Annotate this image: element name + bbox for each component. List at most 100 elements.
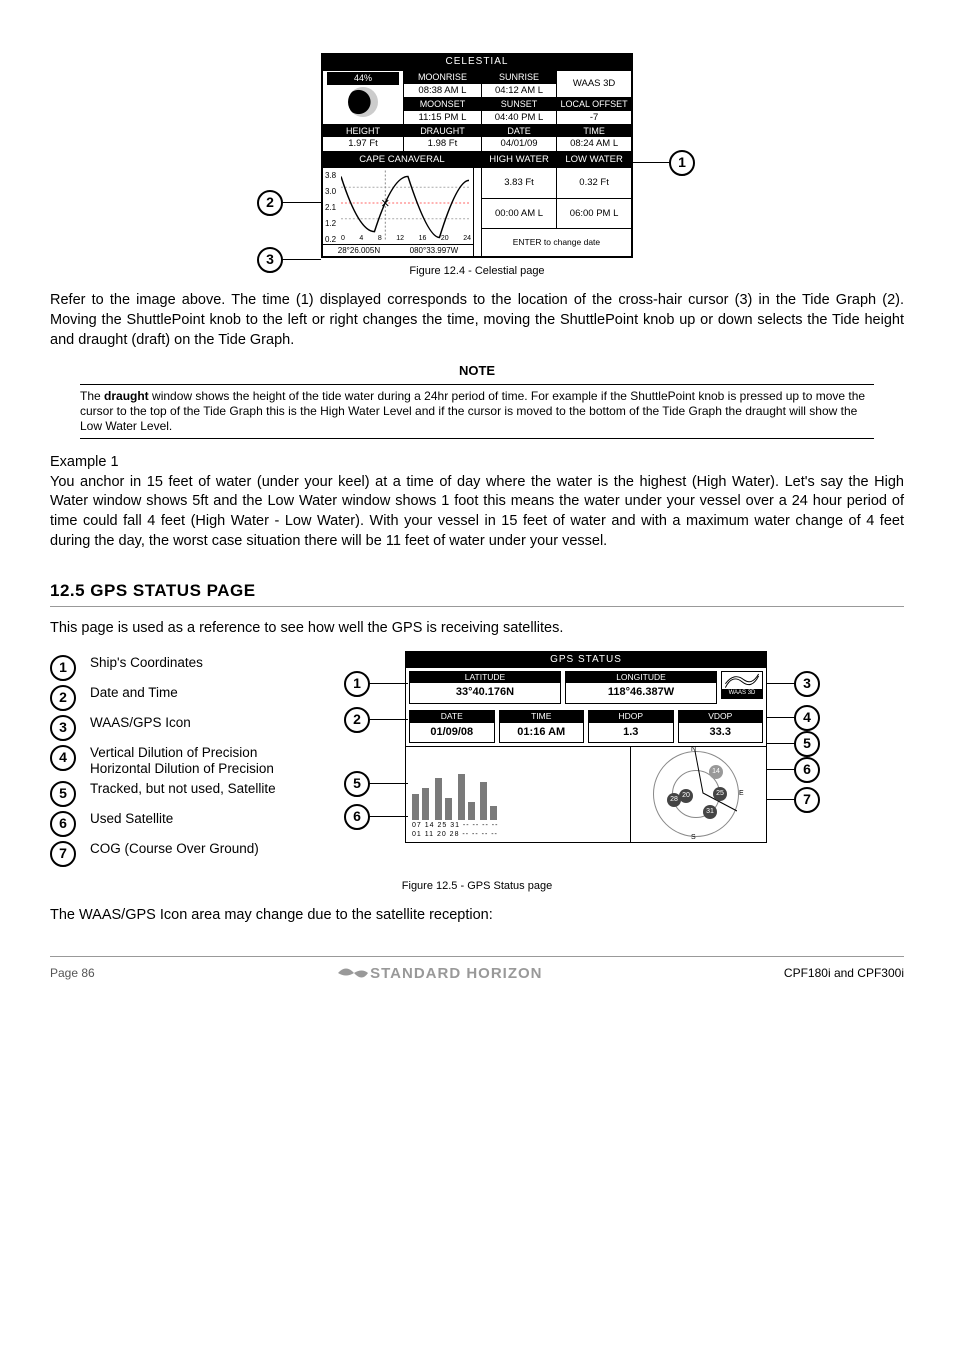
brand-text: STANDARD HORIZON: [370, 963, 542, 984]
height-value: 1.97 Ft: [323, 137, 403, 150]
lat-value: 33°40.176N: [410, 683, 560, 702]
x-tick: 0: [341, 234, 345, 244]
gps-callout-6: 6: [344, 804, 370, 830]
gps-device: GPS STATUS LATITUDE33°40.176N LONGITUDE1…: [405, 651, 767, 844]
note-post: window shows the height of the tide wate…: [80, 389, 865, 433]
highwater-ft: 3.83 Ft: [481, 168, 556, 199]
note-bold: draught: [104, 389, 149, 403]
sunrise-header: SUNRISE: [482, 71, 556, 84]
waas-gps-icon: WAAS 3D: [721, 671, 763, 699]
celestial-title: CELESTIAL: [322, 54, 632, 70]
lowwater-header: LOW WATER: [557, 151, 632, 167]
gps-callout-1: 1: [344, 671, 370, 697]
waas-label: WAAS 3D: [722, 689, 762, 697]
gps-time-header: TIME: [500, 711, 584, 723]
legend-num-6: 6: [50, 811, 76, 837]
date-value: 04/01/09: [482, 137, 556, 150]
gps-callout-5: 5: [344, 771, 370, 797]
tide-graph: 3.8 3.0 2.1 1.2 0.2: [323, 168, 474, 256]
sunrise-value: 04:12 AM L: [482, 84, 556, 97]
legend-num-5: 5: [50, 781, 76, 807]
sat-labels-bot: 01 11 20 28 -- -- -- --: [412, 830, 498, 840]
example-heading: Example 1: [50, 453, 904, 473]
vdop-value: 33.3: [679, 723, 763, 742]
signal-bars: 07 14 25 31 -- -- -- -- 01 11 20 28 -- -…: [406, 747, 630, 842]
lowwater-ft: 0.32 Ft: [557, 168, 632, 199]
moon-pct: 44%: [327, 72, 399, 85]
celestial-figure: CELESTIAL 44% MOONRISE 08:38 AM L SUNRIS…: [50, 50, 904, 279]
sat-used: 28: [667, 793, 681, 807]
legend-num-4: 4: [50, 745, 76, 771]
y-tick: 3.0: [325, 184, 336, 200]
date-header: DATE: [482, 125, 556, 138]
lon-value: 118°46.387W: [566, 683, 716, 702]
localoffset-header: LOCAL OFFSET: [557, 98, 631, 111]
note-box: The draught window shows the height of t…: [80, 384, 874, 439]
hdop-value: 1.3: [589, 723, 673, 742]
page-number: Page 86: [50, 965, 95, 982]
example-body: You anchor in 15 feet of water (under yo…: [50, 473, 904, 551]
moon-icon: [348, 87, 378, 117]
sat-used: 20: [679, 789, 693, 803]
station-header: CAPE CANAVERAL: [323, 151, 482, 167]
callout-2: 2: [257, 190, 283, 216]
localoffset-value: -7: [557, 111, 631, 124]
compass-e: E: [739, 789, 744, 799]
section-heading: 12.5 GPS STATUS PAGE: [50, 579, 904, 607]
x-tick: 20: [441, 234, 449, 244]
highwater-time: 00:00 AM L: [481, 198, 556, 229]
vdop-header: VDOP: [679, 711, 763, 723]
gps-callout-3: 3: [794, 671, 820, 697]
x-tick: 24: [463, 234, 471, 244]
celestial-device: CELESTIAL 44% MOONRISE 08:38 AM L SUNRIS…: [321, 53, 633, 258]
legend-num-1: 1: [50, 655, 76, 681]
lon-header: LONGITUDE: [566, 672, 716, 684]
x-tick: 16: [419, 234, 427, 244]
gps-intro: This page is used as a reference to see …: [50, 619, 904, 639]
sunset-header: SUNSET: [482, 98, 556, 111]
sky-view: N E S 14 25 20 28 31: [630, 747, 766, 842]
sat-tracked: 14: [709, 765, 723, 779]
sat-used: 31: [703, 805, 717, 819]
moonset-value: 11:15 PM L: [404, 111, 481, 124]
enter-hint: ENTER to change date: [481, 229, 631, 257]
highwater-header: HIGH WATER: [481, 151, 556, 167]
legend-3: WAAS/GPS Icon: [90, 715, 191, 731]
moonrise-value: 08:38 AM L: [404, 84, 481, 97]
brand-logo: STANDARD HORIZON: [336, 963, 542, 984]
gps-caption: Figure 12.5 - GPS Status page: [50, 879, 904, 894]
x-tick: 12: [396, 234, 404, 244]
legend-5: Tracked, but not used, Satellite: [90, 781, 276, 797]
legend-num-2: 2: [50, 685, 76, 711]
model-text: CPF180i and CPF300i: [784, 965, 904, 982]
legend-4: Vertical Dilution of Precision Horizonta…: [90, 745, 274, 777]
legend-7: COG (Course Over Ground): [90, 841, 259, 857]
callout-3: 3: [257, 247, 283, 273]
lon-value: 080°33.997W: [410, 245, 459, 256]
page-footer: Page 86 STANDARD HORIZON CPF180i and CPF…: [50, 956, 904, 984]
legend-6: Used Satellite: [90, 811, 173, 827]
y-tick: 1.2: [325, 216, 336, 232]
gps-callout-5r: 5: [794, 731, 820, 757]
lat-header: LATITUDE: [410, 672, 560, 684]
draught-value: 1.98 Ft: [404, 137, 481, 150]
time-value: 08:24 AM L: [557, 137, 631, 150]
x-tick: 8: [378, 234, 382, 244]
gps-callout-4: 4: [794, 705, 820, 731]
celestial-caption: Figure 12.4 - Celestial page: [50, 264, 904, 279]
y-tick: 3.8: [325, 168, 336, 184]
note-pre: The: [80, 389, 104, 403]
gps-callout-6r: 6: [794, 757, 820, 783]
gps-date-value: 01/09/08: [410, 723, 494, 742]
hdop-header: HDOP: [589, 711, 673, 723]
closing-text: The WAAS/GPS Icon area may change due to…: [50, 906, 904, 926]
legend-2: Date and Time: [90, 685, 178, 701]
sat-used: 25: [713, 787, 727, 801]
moonrise-header: MOONRISE: [404, 71, 481, 84]
height-header: HEIGHT: [323, 125, 403, 138]
x-tick: 4: [359, 234, 363, 244]
gps-time-value: 01:16 AM: [500, 723, 584, 742]
para-1: Refer to the image above. The time (1) d…: [50, 291, 904, 350]
legend-list: 1Ship's Coordinates 2Date and Time 3WAAS…: [50, 651, 350, 871]
legend-num-7: 7: [50, 841, 76, 867]
